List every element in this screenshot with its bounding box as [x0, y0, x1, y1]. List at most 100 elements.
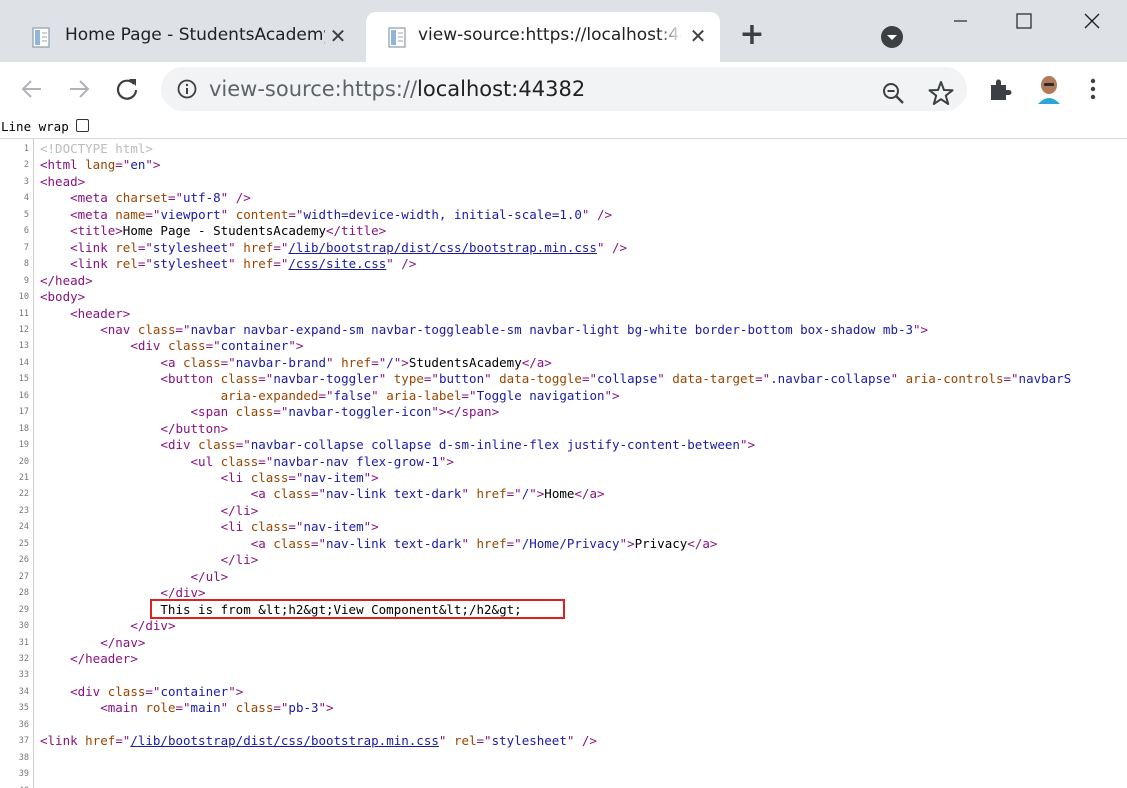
source-line: <a class="nav-link text-dark" href="/">H… — [250, 486, 605, 502]
source-token: =" — [371, 354, 387, 370]
source-token: "> — [318, 700, 334, 716]
line-number: 3 — [23, 176, 29, 187]
source-token: =" — [423, 371, 439, 387]
source-token: " — [220, 206, 236, 222]
extensions-icon[interactable] — [987, 76, 1013, 102]
source-token: </li> — [220, 552, 259, 568]
source-token: aria-label — [386, 387, 462, 403]
tab-home-page[interactable]: Home Page - StudentsAcademy ✕ — [18, 12, 360, 62]
line-number: 30 — [18, 621, 29, 632]
source-token: nav-link text-dark — [326, 535, 462, 551]
bookmark-star-icon[interactable] — [928, 80, 954, 106]
source-token: width=device-width, initial-scale=1.0 — [303, 206, 582, 222]
source-token: class — [220, 453, 259, 469]
back-icon[interactable] — [18, 75, 46, 103]
source-token: =" — [310, 535, 326, 551]
profile-avatar[interactable] — [1036, 74, 1062, 104]
source-token: "> — [739, 437, 755, 453]
source-token: container — [220, 338, 289, 354]
source-token: =" — [506, 535, 522, 551]
source-token: data-target — [672, 371, 756, 387]
source-token: .navbar-collapse — [770, 371, 891, 387]
line-number: 39 — [18, 769, 29, 780]
source-token: name — [115, 206, 146, 222]
source-token: " — [461, 535, 477, 551]
forward-icon[interactable] — [65, 75, 93, 103]
source-token: <meta — [70, 190, 116, 206]
source-token: navbar navbar-expand-sm navbar-toggleabl… — [190, 321, 914, 337]
source-line: <!DOCTYPE html> — [40, 141, 153, 156]
source-token: stylesheet — [152, 256, 229, 272]
source-token: "></span> — [431, 404, 500, 420]
source-line: <link rel="stylesheet" href="/css/site.c… — [40, 256, 416, 271]
line-number: 7 — [23, 242, 29, 253]
source-token: =" — [581, 371, 598, 387]
url-scheme: view-source:https:// — [209, 77, 418, 101]
source-token: nav-item — [303, 519, 364, 535]
source-token: =" — [273, 239, 289, 255]
line-number: 9 — [23, 275, 29, 286]
source-token: =" — [755, 371, 771, 387]
source-token: =" — [235, 437, 251, 453]
line-number: 35 — [18, 703, 29, 714]
source-token: </a> — [521, 354, 552, 370]
source-line: </nav> — [40, 635, 145, 650]
line-wrap-checkbox[interactable] — [76, 119, 89, 132]
page-icon — [388, 27, 406, 48]
minimize-icon[interactable] — [938, 6, 984, 36]
source-token: =" — [167, 190, 184, 206]
line-number: 5 — [23, 209, 29, 220]
source-token: </a> — [574, 486, 605, 502]
source-token: <html — [40, 157, 86, 173]
source-token: rel — [453, 733, 477, 749]
line-number: 8 — [23, 259, 29, 270]
source-token: =" — [288, 519, 304, 535]
source-token: " — [371, 387, 387, 403]
source-token: rel — [115, 256, 138, 272]
source-token: <link — [40, 733, 86, 749]
source-link[interactable]: /lib/bootstrap/dist/css/bootstrap.min.cs… — [288, 240, 597, 255]
source-link[interactable]: /css/site.css — [288, 256, 386, 271]
line-wrap-label: Line wrap — [1, 119, 69, 134]
line-number: 14 — [18, 357, 29, 368]
source-line: <meta charset="utf-8" /> — [40, 190, 251, 205]
tab-close-icon[interactable]: ✕ — [686, 23, 710, 49]
source-token: =" — [318, 387, 334, 403]
source-token: utf-8 — [183, 190, 221, 206]
zoom-out-icon[interactable] — [881, 81, 905, 105]
source-token: class — [250, 519, 289, 535]
tab-view-source[interactable]: view-source:https://localhost:44382 ✕ — [366, 12, 720, 62]
source-token: =" — [145, 206, 161, 222]
source-token: stylesheet — [152, 239, 229, 255]
source-token: " — [657, 371, 673, 387]
new-tab-button[interactable]: + — [738, 20, 766, 50]
line-number: 38 — [18, 752, 29, 763]
info-icon[interactable] — [177, 79, 197, 99]
source-link[interactable]: /lib/bootstrap/dist/css/bootstrap.min.cs… — [130, 733, 439, 748]
window-close-icon[interactable] — [1068, 6, 1114, 36]
tab-search-icon[interactable] — [880, 25, 904, 49]
line-number: 33 — [18, 670, 29, 681]
source-token: =" — [205, 338, 221, 354]
address-bar[interactable]: view-source:https://localhost:44382 — [161, 67, 967, 111]
source-token: </nav> — [100, 634, 146, 650]
tab-close-icon[interactable]: ✕ — [326, 23, 350, 49]
source-token: class — [183, 354, 221, 370]
maximize-icon[interactable] — [1001, 6, 1047, 36]
more-menu-icon[interactable] — [1083, 76, 1103, 102]
source-token: "> — [913, 321, 929, 337]
source-token: collapse — [597, 371, 658, 387]
line-number: 18 — [18, 423, 29, 434]
source-token: </div> — [130, 618, 176, 634]
source-token: "> — [228, 683, 244, 699]
line-number: 37 — [18, 736, 29, 747]
source-token: <head> — [40, 173, 86, 189]
source-line: <a class="navbar-brand" href="/">Student… — [160, 354, 552, 370]
source-token: aria-expanded — [220, 387, 319, 403]
source-token: <li — [220, 519, 251, 535]
source-token: class — [107, 683, 146, 699]
reload-icon[interactable] — [113, 75, 141, 103]
line-number: 29 — [18, 604, 29, 615]
source-token: " — [326, 354, 342, 370]
source-token: " — [438, 733, 454, 749]
